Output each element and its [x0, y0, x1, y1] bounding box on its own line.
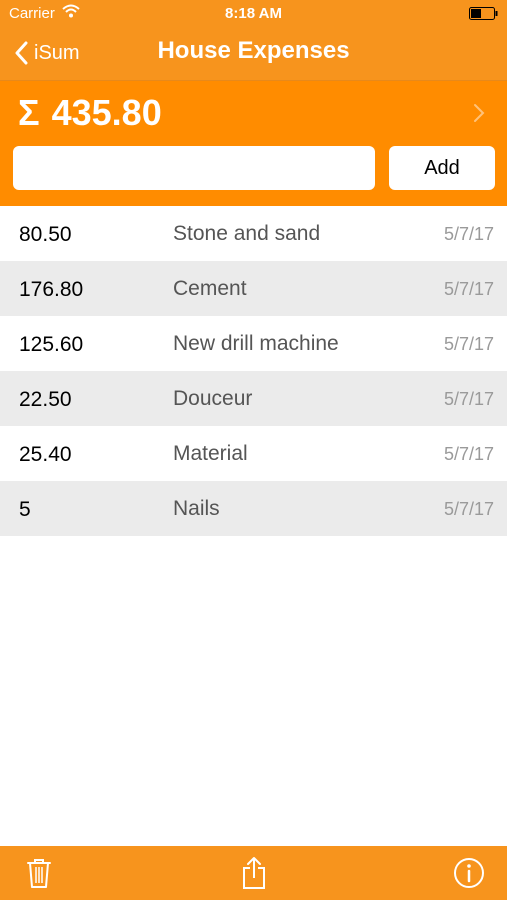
total-value: 435.80: [51, 92, 162, 133]
back-button[interactable]: iSum: [14, 38, 80, 68]
summary-panel[interactable]: Σ 435.80 Add: [0, 81, 507, 206]
chevron-left-icon: [15, 41, 28, 65]
battery-icon: [469, 7, 498, 20]
status-bar: Carrier 8:18 AM: [0, 0, 507, 28]
entry-amount: 22.50: [19, 388, 72, 411]
bottom-toolbar: [0, 846, 507, 900]
back-label: iSum: [34, 41, 80, 64]
entries-list: 80.50 Stone and sand 5/7/17 176.80 Cemen…: [0, 206, 507, 536]
list-item[interactable]: 22.50 Douceur 5/7/17: [0, 371, 507, 426]
entry-date: 5/7/17: [443, 444, 494, 464]
entry-date: 5/7/17: [443, 279, 494, 299]
entry-description: Cement: [173, 277, 247, 300]
chevron-right-icon[interactable]: [473, 103, 485, 123]
entry-date: 5/7/17: [443, 224, 494, 244]
list-item[interactable]: 5 Nails 5/7/17: [0, 481, 507, 536]
entry-description: Nails: [173, 497, 220, 520]
entry-date: 5/7/17: [443, 334, 494, 354]
list-item[interactable]: 125.60 New drill machine 5/7/17: [0, 316, 507, 371]
entry-description: New drill machine: [173, 332, 339, 355]
add-button[interactable]: Add: [389, 146, 495, 190]
list-item[interactable]: 25.40 Material 5/7/17: [0, 426, 507, 481]
entry-input[interactable]: [13, 146, 375, 190]
entry-description: Stone and sand: [173, 222, 321, 245]
status-time: 8:18 AM: [225, 5, 282, 22]
entry-amount: 25.40: [19, 443, 72, 466]
navigation-bar: iSum House Expenses: [0, 28, 507, 81]
info-icon[interactable]: [452, 856, 486, 890]
entry-description: Material: [173, 442, 248, 465]
sigma-symbol: Σ: [18, 92, 40, 133]
entry-date: 5/7/17: [443, 389, 494, 409]
entry-amount: 5: [19, 498, 31, 521]
list-item[interactable]: 80.50 Stone and sand 5/7/17: [0, 206, 507, 261]
list-item[interactable]: 176.80 Cement 5/7/17: [0, 261, 507, 316]
total-display: Σ 435.80: [18, 92, 162, 134]
trash-icon[interactable]: [22, 856, 56, 890]
entry-date: 5/7/17: [443, 499, 494, 519]
entry-description: Douceur: [173, 387, 253, 410]
entry-amount: 125.60: [19, 333, 84, 356]
entry-amount: 80.50: [19, 223, 72, 246]
share-icon[interactable]: [237, 856, 271, 890]
entry-amount: 176.80: [19, 278, 84, 301]
